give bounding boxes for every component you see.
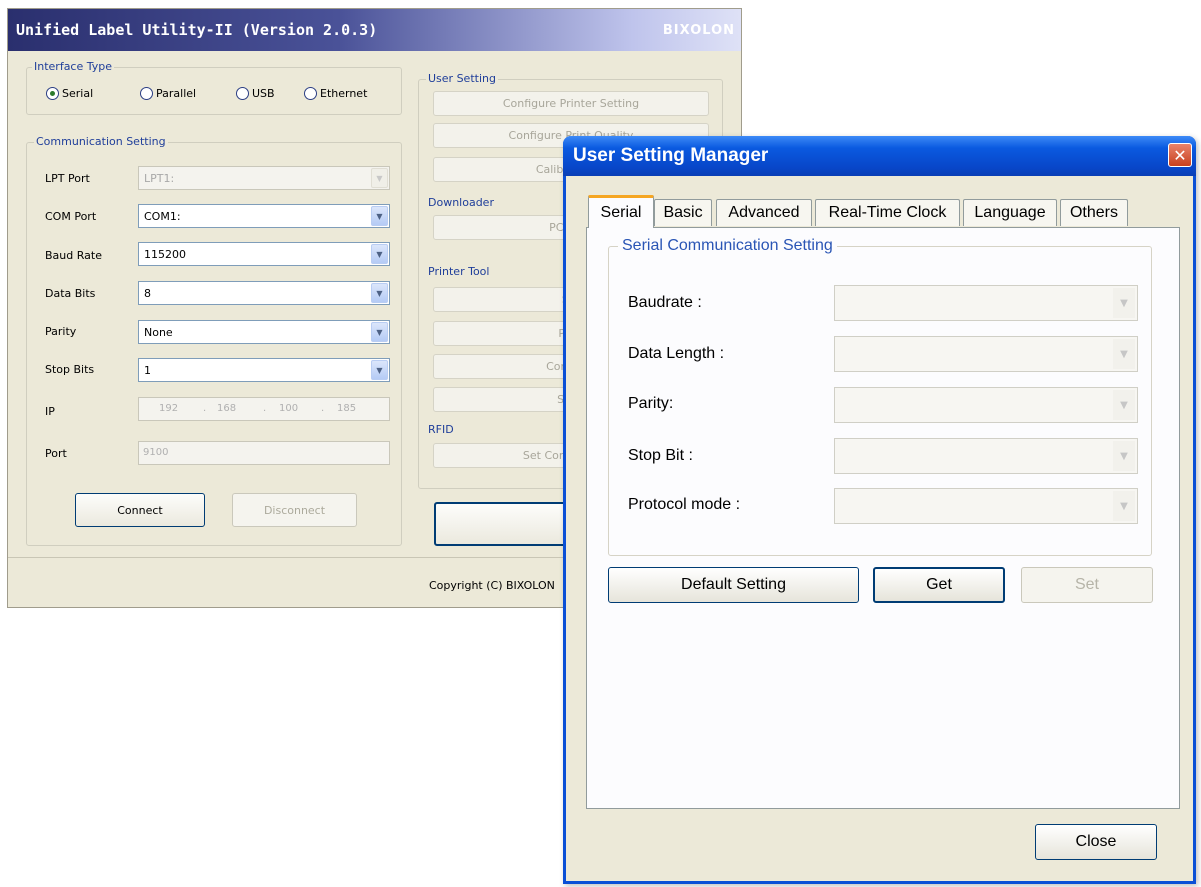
chevron-down-icon: ▼ — [1113, 390, 1135, 420]
interface-type-label: Interface Type — [32, 60, 115, 73]
radio-empty-icon — [304, 87, 317, 100]
radio-usb-label: USB — [252, 87, 275, 100]
baudrate-label: Baudrate : — [628, 294, 702, 311]
parity-field-select[interactable]: ▼ — [834, 387, 1138, 423]
main-window-title: Unified Label Utility-II (Version 2.0.3) — [16, 21, 378, 39]
port-field[interactable]: 9100 — [138, 441, 390, 465]
parity-label: Parity — [45, 325, 77, 338]
chevron-down-icon: ▼ — [1113, 339, 1135, 369]
tab-real-time-clock[interactable]: Real-Time Clock — [815, 199, 960, 226]
radio-usb[interactable]: USB — [236, 87, 275, 100]
com-port-select[interactable]: COM1: ▼ — [138, 204, 390, 228]
radio-serial[interactable]: Serial — [46, 87, 93, 100]
chevron-down-icon: ▼ — [371, 283, 388, 303]
ip-octet: 192 — [159, 403, 179, 414]
protocol-mode-label: Protocol mode : — [628, 496, 741, 513]
protocol-mode-select[interactable]: ▼ — [834, 488, 1138, 524]
set-button[interactable]: Set — [1021, 567, 1153, 603]
chevron-down-icon: ▼ — [371, 360, 388, 380]
data-bits-select[interactable]: 8 ▼ — [138, 281, 390, 305]
stop-bits-label: Stop Bits — [45, 363, 95, 376]
ip-address-field[interactable]: 192 . 168 . 100 . 185 — [138, 397, 390, 421]
chevron-down-icon: ▼ — [1113, 288, 1135, 318]
chevron-down-icon: ▼ — [1113, 441, 1135, 471]
ip-octet: 100 — [279, 403, 299, 414]
baud-rate-value: 115200 — [144, 247, 186, 261]
connect-button[interactable]: Connect — [75, 493, 205, 527]
chevron-down-icon: ▼ — [371, 244, 388, 264]
parity-select[interactable]: None ▼ — [138, 320, 390, 344]
communication-setting-label: Communication Setting — [34, 135, 168, 148]
serial-communication-label: Serial Communication Setting — [618, 237, 837, 255]
chevron-down-icon: ▼ — [371, 168, 388, 188]
default-setting-button[interactable]: Default Setting — [608, 567, 859, 603]
stop-bit-label: Stop Bit : — [628, 447, 693, 464]
lpt-port-select[interactable]: LPT1: ▼ — [138, 166, 390, 190]
ip-dot: . — [263, 403, 267, 414]
close-icon[interactable]: ✕ — [1168, 143, 1192, 167]
com-port-value: COM1: — [144, 209, 181, 223]
stop-bits-select[interactable]: 1 ▼ — [138, 358, 390, 382]
main-title-bar: Unified Label Utility-II (Version 2.0.3)… — [8, 9, 741, 51]
radio-ethernet[interactable]: Ethernet — [304, 87, 367, 100]
chevron-down-icon: ▼ — [371, 206, 388, 226]
port-value: 9100 — [143, 447, 169, 458]
data-bits-value: 8 — [144, 286, 151, 300]
ip-dot: . — [203, 403, 207, 414]
port-label: Port — [45, 447, 67, 460]
user-setting-manager-dialog: User Setting Manager ✕ Serial Basic Adva… — [563, 136, 1196, 884]
tab-advanced[interactable]: Advanced — [716, 199, 812, 226]
baud-rate-select[interactable]: 115200 ▼ — [138, 242, 390, 266]
tab-serial[interactable]: Serial — [588, 195, 654, 228]
tab-language[interactable]: Language — [963, 199, 1057, 226]
ip-label: IP — [45, 405, 55, 418]
ip-octet: 185 — [337, 403, 357, 414]
lpt-port-label: LPT Port — [45, 172, 90, 185]
parity-field-label: Parity: — [628, 395, 674, 412]
radio-parallel-label: Parallel — [156, 87, 197, 100]
chevron-down-icon: ▼ — [1113, 491, 1135, 521]
brand-logo: BIXOLON — [662, 23, 735, 38]
radio-selected-icon — [46, 87, 59, 100]
copyright-text: Copyright (C) BIXOLON — [429, 579, 555, 592]
parity-value: None — [144, 325, 173, 339]
printer-tool-label: Printer Tool — [426, 265, 492, 278]
rfid-label: RFID — [426, 423, 456, 436]
user-setting-label: User Setting — [426, 72, 498, 85]
radio-serial-label: Serial — [62, 87, 94, 100]
stop-bit-select[interactable]: ▼ — [834, 438, 1138, 474]
stop-bits-value: 1 — [144, 363, 151, 377]
radio-empty-icon — [140, 87, 153, 100]
tab-others[interactable]: Others — [1060, 199, 1128, 226]
data-length-select[interactable]: ▼ — [834, 336, 1138, 372]
ip-octet: 168 — [217, 403, 237, 414]
radio-empty-icon — [236, 87, 249, 100]
dialog-title: User Setting Manager — [573, 145, 769, 166]
baud-rate-label: Baud Rate — [45, 249, 102, 262]
com-port-label: COM Port — [45, 210, 97, 223]
downloader-label: Downloader — [426, 196, 496, 209]
data-length-label: Data Length : — [628, 345, 725, 362]
radio-ethernet-label: Ethernet — [320, 87, 368, 100]
ip-dot: . — [321, 403, 325, 414]
data-bits-label: Data Bits — [45, 287, 96, 300]
communication-setting-group — [26, 142, 402, 546]
tab-basic[interactable]: Basic — [654, 199, 712, 226]
close-button[interactable]: Close — [1035, 824, 1157, 860]
baudrate-select[interactable]: ▼ — [834, 285, 1138, 321]
lpt-port-value: LPT1: — [144, 171, 175, 185]
chevron-down-icon: ▼ — [371, 322, 388, 342]
get-button[interactable]: Get — [873, 567, 1005, 603]
radio-parallel[interactable]: Parallel — [140, 87, 196, 100]
configure-printer-setting-button[interactable]: Configure Printer Setting — [433, 91, 709, 116]
dialog-title-bar: User Setting Manager ✕ — [563, 136, 1196, 176]
disconnect-button[interactable]: Disconnect — [232, 493, 357, 527]
